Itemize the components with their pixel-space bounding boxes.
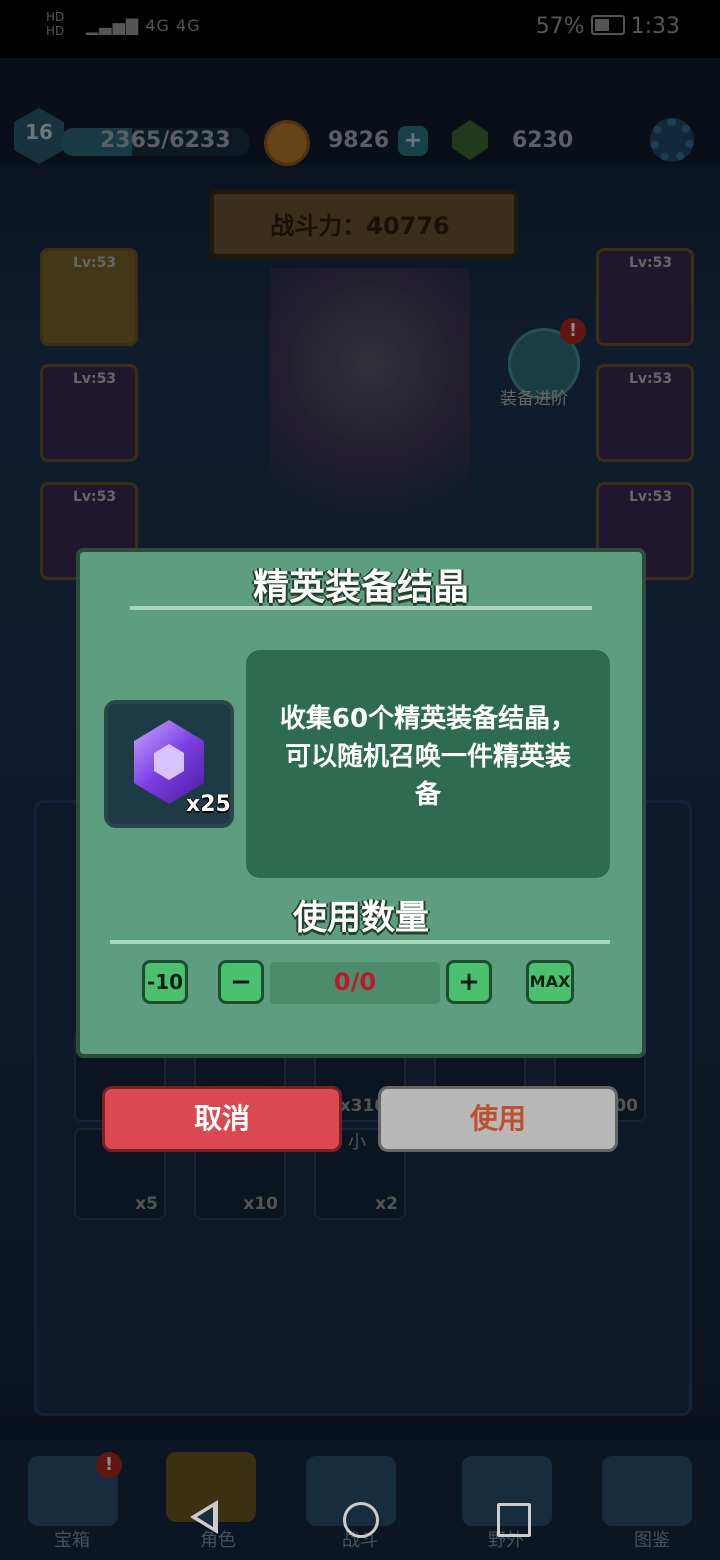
status-bar: HD HD ▁▃▅▇ 4G 4G 57% 1:33	[0, 0, 720, 58]
minus-button[interactable]: −	[218, 960, 264, 1004]
signal-icon: ▁▃▅▇ 4G 4G	[86, 16, 201, 35]
description-line: 可以随机召唤一件精英装	[284, 742, 571, 772]
network-indicator: HD HD	[46, 10, 64, 38]
item-quantity: x25	[186, 792, 231, 817]
quantity-value: 0/0	[333, 968, 377, 996]
system-recents-icon[interactable]	[497, 1503, 531, 1537]
use-button[interactable]: 使用	[378, 1086, 618, 1152]
max-button[interactable]: MAX	[526, 960, 574, 1004]
dialog-title: 精英装备结晶	[252, 567, 469, 608]
quantity-title: 使用数量	[293, 898, 429, 938]
description-line: 备	[414, 780, 441, 810]
minus-ten-button[interactable]: -10	[142, 960, 188, 1004]
battery-percent: 57%	[535, 14, 585, 39]
system-back-icon-inner	[197, 1507, 213, 1527]
clock: 1:33	[630, 14, 680, 39]
item-description: 收集60个精英装备结晶， 可以随机召唤一件精英装 备	[256, 700, 600, 814]
title-divider	[130, 606, 592, 610]
hd-label-1: HD	[46, 10, 65, 24]
cancel-button[interactable]: 取消	[102, 1086, 342, 1152]
description-line: 收集60个精英装备结晶，	[279, 704, 577, 734]
battery-icon	[590, 15, 625, 35]
quantity-divider	[110, 940, 610, 944]
system-home-icon[interactable]	[343, 1502, 379, 1538]
signal-label: 4G 4G	[145, 16, 201, 35]
status-right: 57% 1:33	[536, 14, 680, 39]
plus-button[interactable]: +	[446, 960, 492, 1004]
hd-label-2: HD	[46, 24, 65, 38]
